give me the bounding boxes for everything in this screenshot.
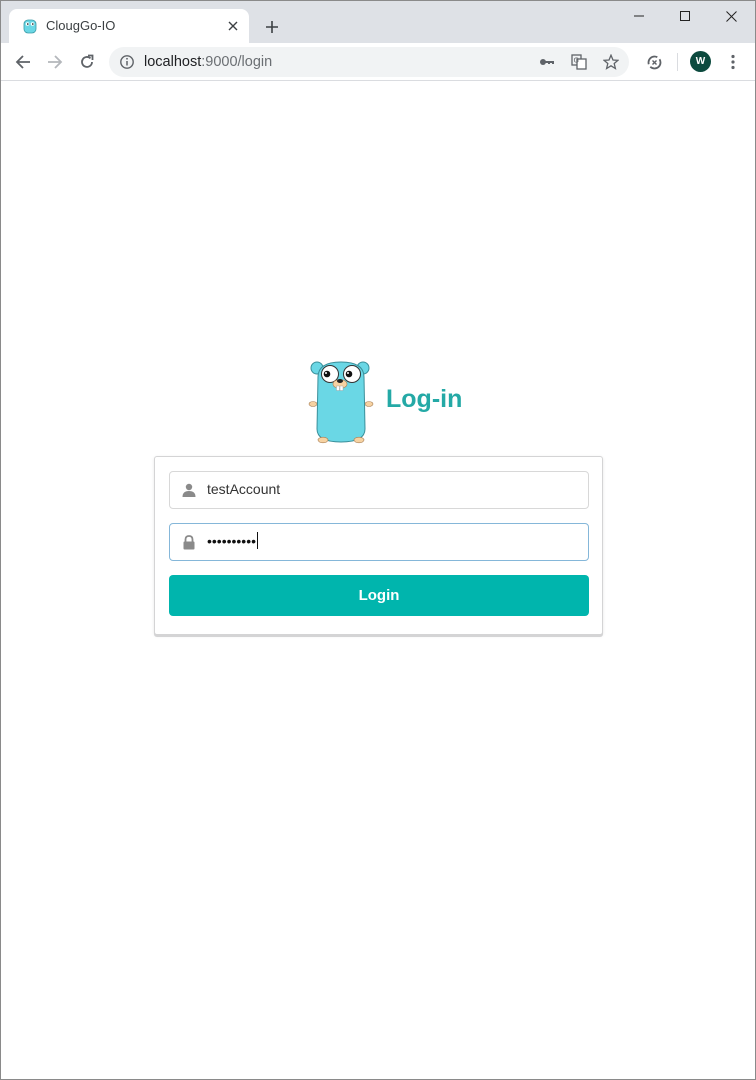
text-caret	[257, 532, 259, 549]
browser-window: ClougGo-IO localhost:9000/login G W Log-…	[0, 0, 756, 1080]
translate-button[interactable]: G	[569, 52, 589, 72]
login-button[interactable]: Login	[169, 575, 589, 616]
translate-icon: G	[571, 54, 587, 70]
svg-text:G: G	[574, 57, 579, 65]
new-tab-button[interactable]	[262, 17, 282, 37]
password-mask: ••••••••••	[207, 533, 257, 549]
back-button[interactable]	[10, 49, 36, 75]
user-icon	[181, 482, 197, 498]
url-path: :9000/login	[201, 54, 273, 70]
maximize-icon	[680, 11, 690, 21]
username-field[interactable]: testAccount	[169, 471, 589, 509]
bookmark-button[interactable]	[601, 52, 621, 72]
reload-button[interactable]	[74, 49, 100, 75]
page-content: Log-in testAccount •••••••••• Login	[1, 81, 755, 1079]
sync-icon	[647, 55, 661, 69]
tab-close-button[interactable]	[225, 18, 241, 34]
password-key-button[interactable]	[537, 52, 557, 72]
info-icon[interactable]	[119, 54, 135, 70]
username-value: testAccount	[207, 481, 281, 497]
arrow-left-icon	[15, 55, 30, 69]
reload-icon	[81, 54, 94, 68]
login-form: testAccount •••••••••• Login	[154, 456, 603, 635]
toolbar-divider	[677, 53, 678, 71]
close-icon	[725, 10, 737, 22]
gopher-mascot-icon	[308, 361, 374, 444]
plus-icon	[266, 21, 278, 33]
menu-button[interactable]	[720, 49, 746, 75]
password-value: ••••••••••	[207, 532, 259, 549]
url-text: localhost:9000/login	[144, 54, 272, 70]
tab-strip: ClougGo-IO	[1, 1, 755, 43]
more-vertical-icon	[731, 54, 735, 70]
login-header: Log-in	[308, 359, 468, 445]
maximize-button[interactable]	[662, 1, 708, 31]
url-host: localhost	[144, 54, 202, 70]
minimize-icon	[634, 15, 644, 17]
tab-title: ClougGo-IO	[46, 18, 116, 33]
address-bar[interactable]: localhost:9000/login G	[109, 47, 629, 77]
sync-button[interactable]	[641, 49, 667, 75]
forward-button[interactable]	[42, 49, 68, 75]
arrow-right-icon	[48, 55, 63, 69]
star-icon	[603, 54, 619, 70]
profile-avatar[interactable]: W	[690, 51, 711, 72]
minimize-button[interactable]	[616, 1, 662, 31]
lock-icon	[181, 534, 197, 550]
browser-tab[interactable]: ClougGo-IO	[9, 9, 249, 43]
close-icon	[228, 21, 238, 31]
password-field[interactable]: ••••••••••	[169, 523, 589, 561]
window-close-button[interactable]	[708, 1, 754, 31]
page-title: Log-in	[386, 385, 463, 413]
browser-toolbar: localhost:9000/login G W	[1, 43, 755, 81]
gopher-favicon-icon	[23, 19, 37, 34]
key-icon	[540, 59, 554, 65]
